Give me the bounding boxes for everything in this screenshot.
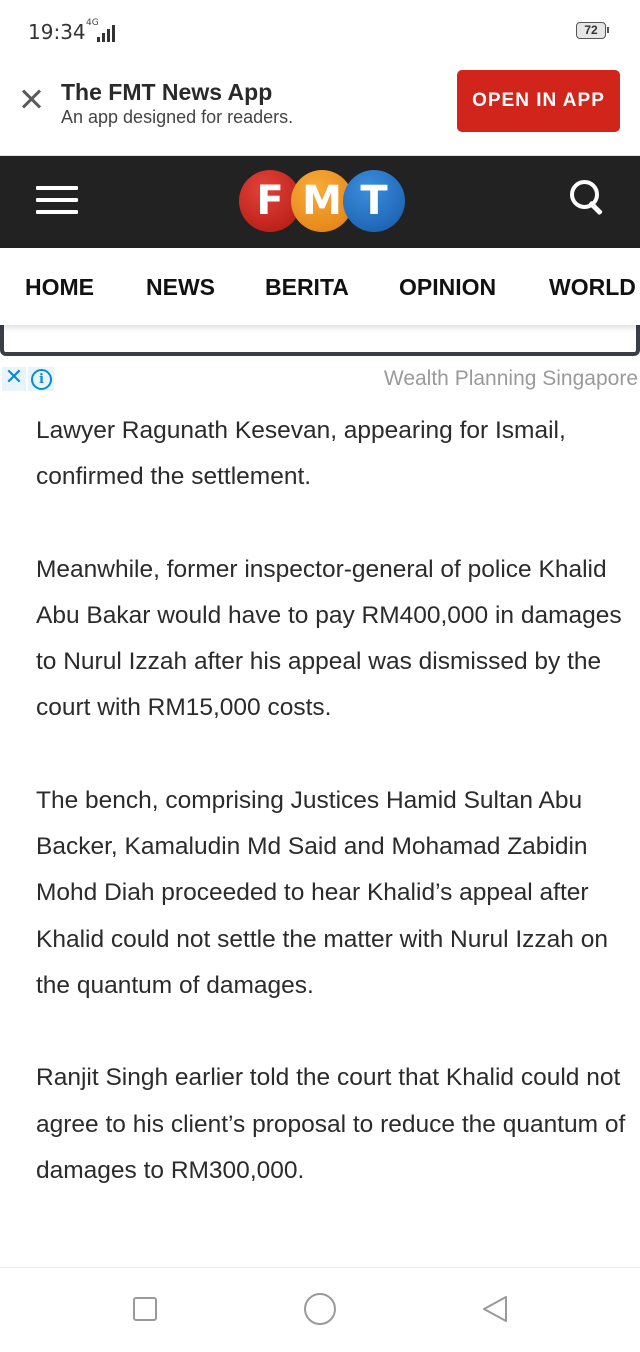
battery-icon: 72 bbox=[576, 22, 609, 39]
article-paragraph: Lawyer Ragunath Kesevan, appearing for I… bbox=[36, 417, 566, 491]
logo-letter-t: T bbox=[343, 170, 405, 232]
ad-frame bbox=[0, 325, 640, 357]
article-paragraph: The bench, comprising Justices Hamid Sul… bbox=[36, 786, 608, 999]
banner-subtitle: An app designed for readers. bbox=[61, 107, 294, 127]
battery-level: 72 bbox=[584, 23, 598, 37]
site-header: F M T bbox=[0, 156, 640, 248]
ad-info-icon[interactable]: i bbox=[28, 367, 54, 391]
nav-item-berita[interactable]: BERITA bbox=[265, 274, 349, 301]
system-nav-bar bbox=[0, 1267, 640, 1352]
recent-apps-icon[interactable] bbox=[133, 1297, 157, 1321]
ad-text[interactable]: Wealth Planning Singapore bbox=[384, 367, 638, 391]
nav-item-opinion[interactable]: OPINION bbox=[399, 274, 496, 301]
article-paragraph: Ranjit Singh earlier told the court that… bbox=[36, 1064, 626, 1184]
article-paragraph: Meanwhile, former inspector-general of p… bbox=[36, 555, 622, 722]
signal-icon bbox=[97, 24, 119, 42]
nav-item-world[interactable]: WORLD bbox=[549, 274, 636, 301]
status-time: 19:34 bbox=[28, 20, 86, 44]
banner-title: The FMT News App bbox=[61, 79, 273, 105]
app-install-banner: The FMT News App An app designed for rea… bbox=[0, 62, 640, 156]
status-bar: 19:34 4G 72 bbox=[0, 0, 640, 62]
menu-icon[interactable] bbox=[36, 184, 78, 216]
ad-info-glyph: i bbox=[31, 369, 52, 390]
ad-close-icon[interactable]: ✕ bbox=[2, 367, 26, 391]
nav-item-home[interactable]: HOME bbox=[25, 274, 94, 301]
nav-item-news[interactable]: NEWS bbox=[146, 274, 215, 301]
open-in-app-button[interactable]: OPEN IN APP bbox=[457, 70, 620, 132]
close-icon[interactable] bbox=[16, 84, 46, 114]
article-body: Lawyer Ragunath Kesevan, appearing for I… bbox=[36, 408, 626, 1240]
back-icon[interactable] bbox=[480, 1294, 510, 1324]
search-icon[interactable] bbox=[568, 178, 610, 220]
fmt-logo[interactable]: F M T bbox=[239, 170, 405, 232]
ad-strip: ✕ i Wealth Planning Singapore bbox=[0, 367, 640, 393]
top-navigation: HOME NEWS BERITA OPINION WORLD bbox=[0, 248, 640, 325]
home-icon[interactable] bbox=[304, 1293, 336, 1325]
